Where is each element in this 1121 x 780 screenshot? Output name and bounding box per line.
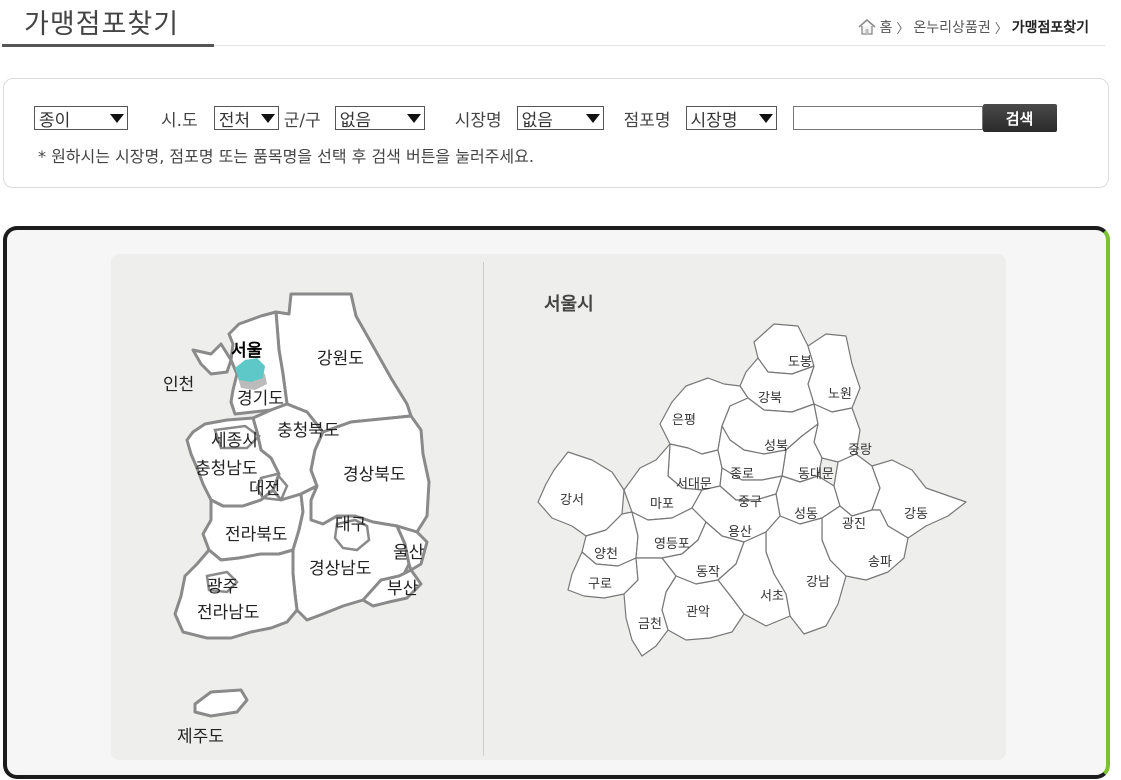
- market-select-value: 없음: [521, 110, 553, 130]
- chevron-right-icon: 〉: [994, 21, 1008, 37]
- gungu-select-value: 없음: [339, 110, 371, 130]
- type-select-value: 종이: [39, 110, 71, 130]
- label-seoul[interactable]: 서울: [231, 341, 263, 361]
- search-panel: 종이 시.도 전처 군/구 없음 시장명 없음 점포명 시장명 검색 * 원하시…: [3, 78, 1109, 188]
- label-yeongdeungpo[interactable]: 영등포: [654, 537, 690, 552]
- chevron-down-icon: [406, 113, 421, 123]
- chevron-down-icon: [585, 113, 600, 123]
- search-button[interactable]: 검색: [982, 104, 1057, 132]
- store-select[interactable]: 시장명: [685, 106, 777, 130]
- label-jongno[interactable]: 종로: [730, 467, 754, 482]
- chevron-down-icon: [758, 113, 773, 123]
- label-seocho[interactable]: 서초: [760, 589, 784, 604]
- label-nowon[interactable]: 노원: [828, 387, 852, 402]
- label-daegu[interactable]: 대구: [335, 515, 366, 535]
- label-gyeongbuk[interactable]: 경상북도: [343, 465, 406, 485]
- korea-map: 서울 인천 강원도 경기도 세종시 충청북도 충청남도 대전 경상북도 대구 전…: [163, 292, 431, 747]
- breadcrumb-home[interactable]: 홈: [880, 17, 893, 37]
- home-icon[interactable]: [858, 19, 876, 35]
- store-select-value: 시장명: [690, 110, 738, 130]
- label-gwanak[interactable]: 관악: [686, 605, 710, 620]
- label-gyeonggi[interactable]: 경기도: [237, 389, 284, 409]
- label-junggu[interactable]: 중구: [738, 495, 762, 510]
- label-jeonbuk[interactable]: 전라북도: [225, 525, 288, 545]
- sido-label: 시.도: [161, 110, 198, 131]
- label-jungnang[interactable]: 중랑: [848, 443, 872, 458]
- label-dobong[interactable]: 도봉: [788, 355, 812, 370]
- label-mapo[interactable]: 마포: [650, 497, 674, 512]
- chevron-down-icon: [260, 113, 275, 123]
- label-gangwon[interactable]: 강원도: [317, 349, 364, 369]
- seoul-district-shapes: [537, 323, 967, 657]
- label-seodaemun[interactable]: 서대문: [676, 477, 712, 492]
- page-title: 가맹점포찾기: [24, 9, 180, 40]
- label-yangcheon[interactable]: 양천: [594, 547, 618, 562]
- label-ulsan[interactable]: 울산: [393, 543, 425, 563]
- label-jeju[interactable]: 제주도: [177, 727, 224, 747]
- seoul-map: 서울시 도봉 강북 노원 은평 성북 중랑 서대문 종로 동대문 강서 마포 중…: [537, 294, 967, 657]
- label-songpa[interactable]: 송파: [868, 555, 892, 570]
- sido-select-value: 전처: [218, 110, 250, 130]
- search-hint: * 원하시는 시장명, 점포명 또는 품목명을 선택 후 검색 버튼을 눌러주세…: [38, 147, 534, 166]
- frame-accent-bottom: [492, 775, 1110, 779]
- label-gangdong[interactable]: 강동: [904, 507, 928, 522]
- chevron-down-icon: [110, 113, 124, 123]
- chevron-right-icon: 〉: [896, 21, 910, 37]
- label-gangseo[interactable]: 강서: [560, 493, 584, 508]
- region-jeju[interactable]: [193, 688, 249, 718]
- label-dongjak[interactable]: 동작: [696, 565, 720, 580]
- page-header: 가맹점포찾기 홈 〉 온누리상품권 〉 가맹점포찾기: [0, 0, 1105, 48]
- market-select[interactable]: 없음: [516, 106, 604, 130]
- label-yongsan[interactable]: 용산: [728, 525, 752, 540]
- map-panel: 서울 인천 강원도 경기도 세종시 충청북도 충청남도 대전 경상북도 대구 전…: [111, 254, 1006, 760]
- header-divider: [214, 45, 1105, 46]
- gungu-select[interactable]: 없음: [334, 106, 425, 130]
- label-eunpyeong[interactable]: 은평: [672, 413, 696, 428]
- label-chungnam[interactable]: 충청남도: [195, 459, 258, 479]
- type-select[interactable]: 종이: [34, 106, 128, 130]
- market-label: 시장명: [454, 110, 502, 131]
- search-row: 종이 시.도 전처 군/구 없음 시장명 없음 점포명 시장명 검색: [34, 104, 1057, 132]
- label-gwangjin[interactable]: 광진: [842, 517, 866, 532]
- label-guro[interactable]: 구로: [588, 577, 612, 592]
- region-incheon[interactable]: [191, 342, 233, 376]
- label-incheon[interactable]: 인천: [163, 375, 194, 395]
- frame-accent-top: [492, 226, 1110, 230]
- label-seongbuk[interactable]: 성북: [764, 439, 788, 454]
- map-divider: [483, 262, 484, 756]
- sido-select[interactable]: 전처: [213, 106, 279, 130]
- breadcrumb: 홈 〉 온누리상품권 〉 가맹점포찾기: [858, 17, 1089, 37]
- label-busan[interactable]: 부산: [387, 579, 419, 599]
- seoul-map-title: 서울시: [544, 294, 594, 315]
- breadcrumb-current: 가맹점포찾기: [1011, 20, 1089, 36]
- label-chungbuk[interactable]: 충청북도: [277, 421, 340, 441]
- label-gwangju[interactable]: 광주: [207, 577, 238, 597]
- label-daejeon[interactable]: 대전: [249, 479, 280, 499]
- map-frame: 서울 인천 강원도 경기도 세종시 충청북도 충청남도 대전 경상북도 대구 전…: [3, 226, 1110, 779]
- label-gangnam[interactable]: 강남: [806, 575, 830, 590]
- breadcrumb-section[interactable]: 온누리상품권: [913, 17, 990, 37]
- label-gyeongnam[interactable]: 경상남도: [309, 559, 372, 579]
- gungu-label: 군/구: [283, 110, 321, 131]
- label-sejong[interactable]: 세종시: [211, 431, 258, 451]
- label-geumcheon[interactable]: 금천: [638, 617, 662, 632]
- label-gangbuk[interactable]: 강북: [758, 391, 782, 406]
- keyword-input[interactable]: [792, 106, 983, 130]
- store-label: 점포명: [623, 110, 671, 131]
- label-jeonnam[interactable]: 전라남도: [197, 603, 260, 623]
- label-seongdong[interactable]: 성동: [794, 507, 818, 522]
- label-dongdaemun[interactable]: 동대문: [798, 467, 834, 482]
- title-underline: [2, 44, 214, 47]
